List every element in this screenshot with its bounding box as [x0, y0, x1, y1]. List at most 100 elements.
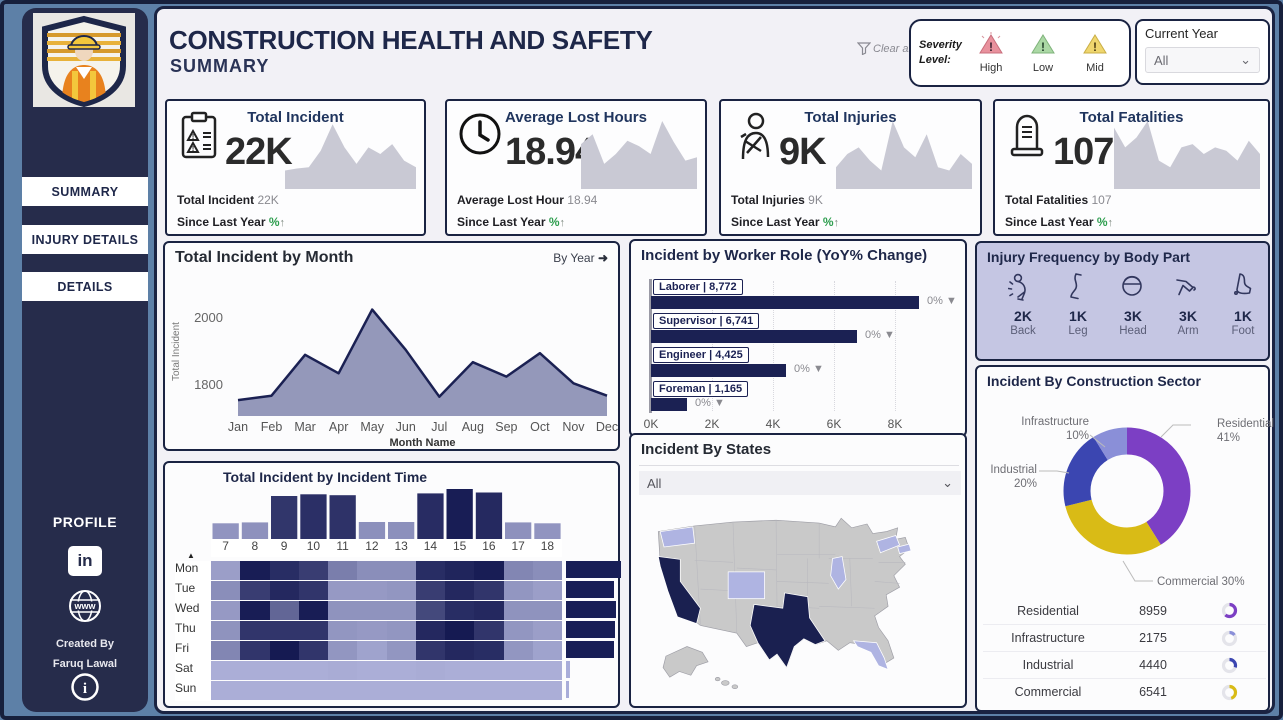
heat-cell[interactable] — [270, 581, 299, 600]
heat-cell[interactable] — [504, 661, 533, 680]
heat-cell[interactable] — [299, 601, 328, 620]
heat-cell[interactable] — [416, 621, 445, 640]
heat-cell[interactable] — [240, 681, 269, 700]
heat-cell[interactable] — [474, 561, 503, 580]
heat-cell[interactable] — [504, 681, 533, 700]
heat-cell[interactable] — [299, 661, 328, 680]
heat-cell[interactable] — [445, 601, 474, 620]
sector-table-row[interactable]: Commercial6541 — [983, 678, 1266, 705]
heat-cell[interactable] — [416, 601, 445, 620]
heat-cell[interactable] — [211, 661, 240, 680]
heat-cell[interactable] — [387, 621, 416, 640]
heat-cell[interactable] — [387, 581, 416, 600]
heat-cell[interactable] — [445, 561, 474, 580]
heat-cell[interactable] — [474, 641, 503, 660]
heat-cell[interactable] — [387, 661, 416, 680]
heat-cell[interactable] — [270, 661, 299, 680]
info-icon[interactable]: i — [70, 672, 100, 707]
heat-cell[interactable] — [474, 661, 503, 680]
bar-engineer[interactable] — [651, 364, 786, 377]
heat-cell[interactable] — [387, 641, 416, 660]
heat-cell[interactable] — [533, 681, 562, 700]
heat-cell[interactable] — [357, 581, 386, 600]
sector-table-row[interactable]: Industrial4440 — [983, 651, 1266, 678]
heat-cell[interactable] — [504, 641, 533, 660]
heat-cell[interactable] — [328, 581, 357, 600]
heat-cell[interactable] — [299, 581, 328, 600]
heat-cell[interactable] — [416, 581, 445, 600]
sort-arrow-icon[interactable]: ▲ — [187, 551, 195, 560]
sector-table-row[interactable]: Infrastructure2175 — [983, 624, 1266, 651]
heat-cell[interactable] — [211, 581, 240, 600]
website-globe-icon[interactable]: www — [67, 588, 103, 629]
sidebar-item-summary[interactable]: SUMMARY — [22, 177, 148, 206]
heat-cell[interactable] — [270, 601, 299, 620]
heat-cell[interactable] — [211, 621, 240, 640]
heat-cell[interactable] — [270, 561, 299, 580]
heat-cell[interactable] — [416, 661, 445, 680]
heat-cell[interactable] — [328, 661, 357, 680]
heat-cell[interactable] — [240, 581, 269, 600]
heat-cell[interactable] — [474, 621, 503, 640]
heat-cell[interactable] — [328, 601, 357, 620]
heat-cell[interactable] — [533, 621, 562, 640]
heat-cell[interactable] — [357, 601, 386, 620]
heat-cell[interactable] — [299, 621, 328, 640]
heat-cell[interactable] — [416, 561, 445, 580]
heat-cell[interactable] — [533, 561, 562, 580]
severity-high[interactable]: ! High — [965, 32, 1017, 74]
sector-table-row[interactable]: Residential8959 — [983, 597, 1266, 624]
heat-cell[interactable] — [474, 581, 503, 600]
heat-cell[interactable] — [328, 641, 357, 660]
heat-cell[interactable] — [299, 681, 328, 700]
heat-cell[interactable] — [445, 581, 474, 600]
bar-foreman[interactable] — [651, 398, 687, 411]
bar-supervisor[interactable] — [651, 330, 857, 343]
heat-cell[interactable] — [240, 561, 269, 580]
heat-cell[interactable] — [533, 581, 562, 600]
state-colorado[interactable] — [728, 572, 764, 599]
year-dropdown[interactable]: All ⌄ — [1145, 47, 1260, 73]
heat-cell[interactable] — [445, 661, 474, 680]
clear-all-filters-button[interactable]: Clear all — [857, 42, 913, 55]
heat-cell[interactable] — [387, 681, 416, 700]
heat-cell[interactable] — [299, 561, 328, 580]
sidebar-item-details[interactable]: DETAILS — [22, 272, 148, 301]
heat-cell[interactable] — [533, 641, 562, 660]
heat-cell[interactable] — [533, 601, 562, 620]
heat-cell[interactable] — [504, 621, 533, 640]
heat-cell[interactable] — [504, 581, 533, 600]
heat-cell[interactable] — [357, 561, 386, 580]
heat-cell[interactable] — [416, 641, 445, 660]
heat-cell[interactable] — [387, 601, 416, 620]
heat-cell[interactable] — [357, 621, 386, 640]
bar-laborer[interactable] — [651, 296, 919, 309]
heat-cell[interactable] — [474, 681, 503, 700]
heat-cell[interactable] — [387, 561, 416, 580]
heat-cell[interactable] — [299, 641, 328, 660]
heat-cell[interactable] — [445, 621, 474, 640]
heat-cell[interactable] — [357, 641, 386, 660]
heat-cell[interactable] — [270, 681, 299, 700]
severity-mid[interactable]: ! Mid — [1069, 32, 1121, 74]
heat-cell[interactable] — [270, 621, 299, 640]
heat-cell[interactable] — [270, 641, 299, 660]
heat-cell[interactable] — [240, 601, 269, 620]
heat-cell[interactable] — [240, 661, 269, 680]
heat-cell[interactable] — [328, 561, 357, 580]
heat-cell[interactable] — [357, 681, 386, 700]
heat-cell[interactable] — [504, 561, 533, 580]
heat-cell[interactable] — [328, 621, 357, 640]
heat-cell[interactable] — [240, 641, 269, 660]
heat-cell[interactable] — [240, 621, 269, 640]
heat-cell[interactable] — [474, 601, 503, 620]
heat-cell[interactable] — [357, 661, 386, 680]
heat-cell[interactable] — [211, 601, 240, 620]
heat-cell[interactable] — [416, 681, 445, 700]
heat-cell[interactable] — [328, 681, 357, 700]
heat-cell[interactable] — [211, 641, 240, 660]
states-dropdown[interactable]: All ⌄ — [639, 471, 961, 495]
sidebar-item-injury-details[interactable]: INJURY DETAILS — [22, 225, 148, 254]
heat-cell[interactable] — [504, 601, 533, 620]
state-washington[interactable] — [660, 527, 694, 547]
